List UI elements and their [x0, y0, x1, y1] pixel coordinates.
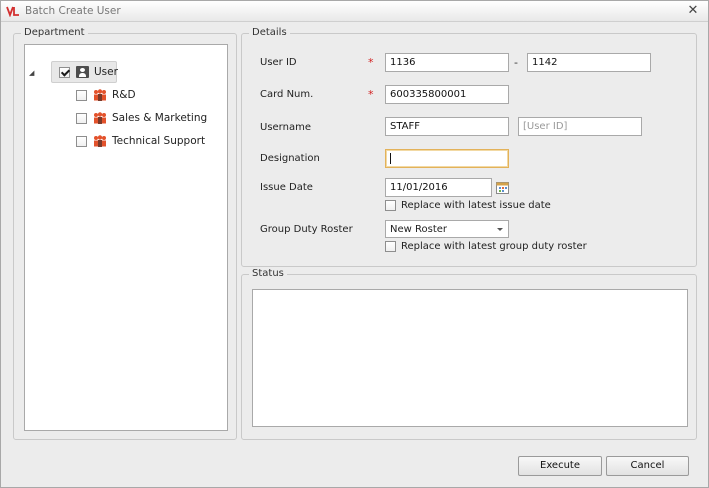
status-group: Status	[241, 268, 697, 440]
user-id-to-input[interactable]: 1142	[527, 53, 651, 72]
department-group-icon	[94, 112, 106, 124]
app-logo-icon	[6, 6, 19, 17]
user-id-label: User ID	[260, 57, 297, 68]
issue-date-label: Issue Date	[260, 182, 313, 193]
user-checkbox[interactable]	[59, 66, 70, 78]
department-tree[interactable]: ◢ User R&D Sales & Marketing Technical S…	[24, 44, 228, 431]
tree-item-sales-marketing[interactable]: Sales & Marketing	[76, 109, 207, 127]
execute-button[interactable]: Execute	[518, 456, 602, 476]
replace-issue-date-label: Replace with latest issue date	[401, 200, 551, 211]
cancel-button[interactable]: Cancel	[606, 456, 689, 476]
tree-item-user[interactable]: User	[59, 63, 118, 81]
user-id-range-separator: -	[514, 56, 518, 69]
user-id-required-mark: *	[368, 56, 374, 69]
details-legend: Details	[249, 27, 290, 38]
tree-item-technical-support-label: Technical Support	[112, 135, 206, 147]
username-suffix-input[interactable]: [User ID]	[518, 117, 642, 136]
department-group-icon	[94, 135, 106, 147]
tree-collapse-icon[interactable]: ◢	[29, 69, 37, 77]
designation-label: Designation	[260, 153, 320, 164]
window-title: Batch Create User	[25, 5, 121, 17]
replace-issue-date-option[interactable]: Replace with latest issue date	[385, 200, 551, 211]
user-id-from-input[interactable]: 1136	[385, 53, 509, 72]
calendar-icon[interactable]	[496, 181, 509, 194]
tree-item-user-label: User	[94, 66, 118, 78]
replace-roster-checkbox[interactable]	[385, 241, 396, 252]
card-num-required-mark: *	[368, 88, 374, 101]
text-caret	[390, 153, 391, 164]
tree-item-technical-support[interactable]: Technical Support	[76, 132, 205, 150]
rnd-checkbox[interactable]	[76, 89, 87, 101]
replace-roster-label: Replace with latest group duty roster	[401, 241, 587, 252]
tree-item-rnd-label: R&D	[112, 89, 136, 101]
batch-create-user-window: Batch Create User ✕ Department ◢ User R&…	[0, 0, 709, 488]
department-group: Department ◢ User R&D Sales & Marketing …	[13, 27, 237, 440]
close-icon[interactable]: ✕	[686, 3, 700, 19]
designation-input[interactable]	[385, 149, 509, 168]
chevron-down-icon	[497, 228, 503, 231]
card-num-label: Card Num.	[260, 89, 314, 100]
tree-item-rnd[interactable]: R&D	[76, 86, 136, 104]
status-legend: Status	[249, 268, 287, 279]
technical-support-checkbox[interactable]	[76, 135, 87, 147]
group-duty-roster-value: New Roster	[390, 224, 448, 235]
group-duty-roster-label: Group Duty Roster	[260, 224, 353, 235]
tree-item-sales-marketing-label: Sales & Marketing	[112, 112, 208, 124]
username-label: Username	[260, 122, 311, 133]
card-num-input[interactable]: 600335800001	[385, 85, 509, 104]
title-bar: Batch Create User ✕	[1, 1, 708, 22]
replace-issue-date-checkbox[interactable]	[385, 200, 396, 211]
user-icon	[76, 66, 89, 78]
department-group-icon	[94, 89, 106, 101]
issue-date-input[interactable]: 11/01/2016	[385, 178, 492, 197]
username-input[interactable]: STAFF	[385, 117, 509, 136]
sales-marketing-checkbox[interactable]	[76, 112, 87, 124]
department-legend: Department	[21, 27, 88, 38]
group-duty-roster-select[interactable]: New Roster	[385, 220, 509, 238]
replace-roster-option[interactable]: Replace with latest group duty roster	[385, 241, 587, 252]
status-log[interactable]	[252, 289, 688, 427]
